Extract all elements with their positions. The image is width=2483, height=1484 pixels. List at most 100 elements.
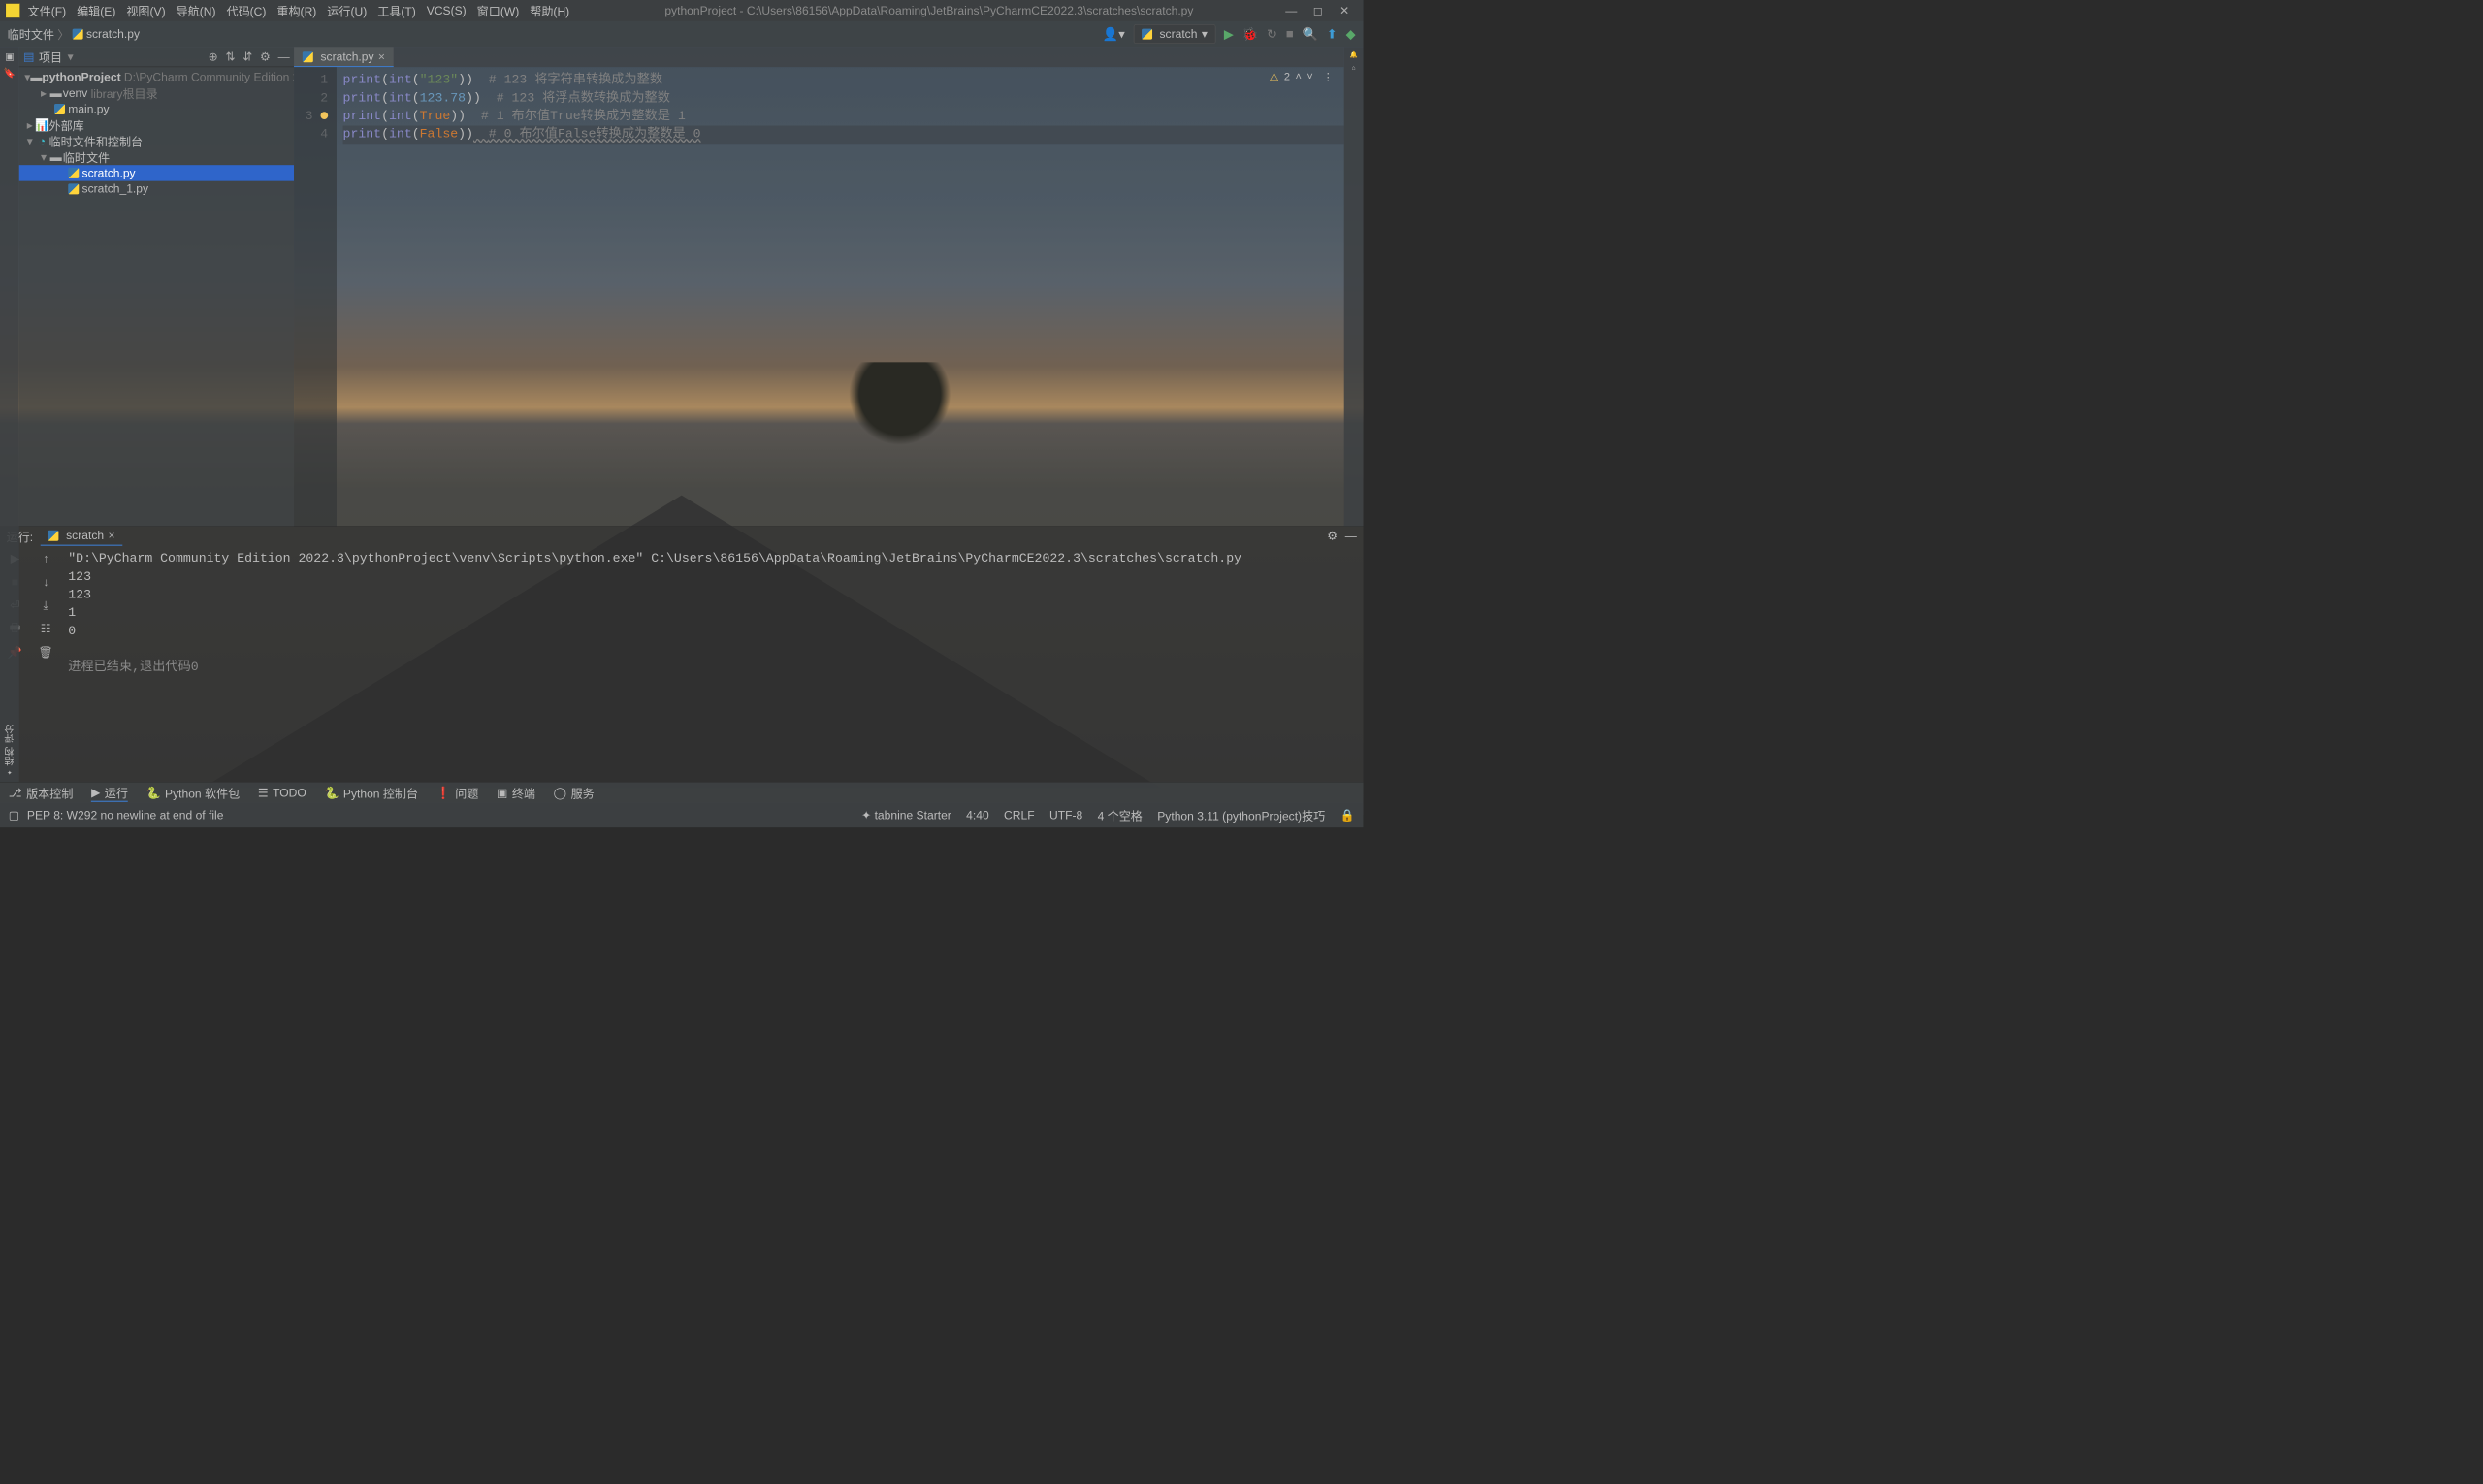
- chevron-up-icon[interactable]: ˄: [1296, 71, 1302, 83]
- vcs-tool-button[interactable]: ⎇版本控制: [9, 784, 74, 801]
- line-number[interactable]: 4: [294, 126, 328, 145]
- locate-icon[interactable]: ⊕: [209, 49, 218, 63]
- todo-icon: ☰: [258, 786, 269, 799]
- close-tab-icon[interactable]: ×: [108, 529, 114, 542]
- packages-tool-button[interactable]: 🐍Python 软件包: [146, 784, 241, 801]
- project-header-label: 项目: [39, 48, 62, 66]
- breadcrumb-file[interactable]: scratch.py: [86, 27, 140, 41]
- run-tab[interactable]: scratch ×: [41, 527, 122, 546]
- gear-icon[interactable]: ⚙: [1327, 530, 1338, 543]
- chevron-right-icon[interactable]: ▸: [24, 118, 35, 132]
- project-stripe-icon[interactable]: ▣: [5, 51, 14, 63]
- more-icon[interactable]: ⋮: [1323, 70, 1334, 83]
- delete-button[interactable]: 🗑: [34, 643, 57, 662]
- breadcrumb-root[interactable]: 临时文件: [8, 25, 54, 43]
- run-tool-button[interactable]: ▶运行: [91, 784, 128, 802]
- bookmarks-stripe-icon[interactable]: 🔖: [4, 68, 16, 80]
- chevron-right-icon[interactable]: ▸: [39, 86, 49, 100]
- gear-icon[interactable]: ⚙: [260, 49, 271, 63]
- chevron-down-icon[interactable]: ▾: [24, 134, 35, 147]
- toolbox-icon[interactable]: ◆: [1346, 26, 1356, 42]
- tree-scratch-file[interactable]: scratch.py: [19, 165, 294, 180]
- tree-root-hint: D:\PyCharm Community Edition 202...: [124, 70, 294, 83]
- editor-body[interactable]: 1 2 3 4 print(int("123")) # 123 将字符串转换成为…: [294, 67, 1344, 526]
- structure-stripe-button[interactable]: 结构: [3, 747, 16, 766]
- database-stripe-icon[interactable]: ⌂: [1352, 64, 1356, 72]
- menu-tools[interactable]: 工具(T): [377, 2, 416, 19]
- tabnine-stripe-icon[interactable]: ✦: [7, 769, 13, 777]
- project-scope-chevron-icon[interactable]: ▾: [68, 49, 74, 63]
- code-area[interactable]: print(int("123")) # 123 将字符串转换成为整数 print…: [337, 67, 1344, 526]
- menu-vcs[interactable]: VCS(S): [427, 4, 467, 17]
- file-encoding[interactable]: UTF-8: [1049, 808, 1082, 822]
- expand-all-icon[interactable]: ⇅: [225, 49, 235, 63]
- services-tool-button[interactable]: ◯服务: [554, 784, 595, 801]
- chevron-down-icon[interactable]: ˅: [1306, 71, 1312, 83]
- editor-tab-scratch[interactable]: scratch.py ×: [294, 47, 394, 67]
- hide-panel-icon[interactable]: —: [278, 49, 290, 63]
- tree-main[interactable]: main.py: [19, 101, 294, 116]
- menu-run[interactable]: 运行(U): [327, 2, 367, 19]
- ide-update-icon[interactable]: ⬆: [1327, 26, 1338, 42]
- editor-tabs: scratch.py ×: [294, 47, 1344, 67]
- menu-help[interactable]: 帮助(H): [530, 2, 569, 19]
- tree-external[interactable]: ▸ 📊 外部库: [19, 117, 294, 133]
- run-output[interactable]: "D:\PyCharm Community Edition 2022.3\pyt…: [64, 546, 1364, 782]
- search-icon[interactable]: 🔍: [1303, 26, 1318, 42]
- down-button[interactable]: ↓: [34, 572, 57, 592]
- run-button[interactable]: ▶: [1224, 26, 1234, 42]
- run-header: 运行: scratch × ⚙ —: [0, 527, 1363, 546]
- hide-panel-icon[interactable]: —: [1345, 530, 1357, 543]
- tree-scratches[interactable]: ▾ ◔ 临时文件和控制台: [19, 133, 294, 148]
- menu-file[interactable]: 文件(F): [28, 2, 67, 19]
- project-header: ▤ 项目 ▾ ⊕ ⇅ ⇵ ⚙ —: [19, 47, 294, 67]
- menu-refactor[interactable]: 重构(R): [276, 2, 316, 19]
- menu-navigate[interactable]: 导航(N): [177, 2, 216, 19]
- add-user-icon[interactable]: 👤▾: [1103, 26, 1125, 42]
- interpreter-status[interactable]: Python 3.11 (pythonProject)技巧: [1157, 807, 1325, 824]
- chevron-down-icon[interactable]: ▾: [39, 150, 49, 164]
- terminal-tool-button[interactable]: ▣终端: [497, 784, 535, 801]
- project-tree[interactable]: ▾ ▬ pythonProject D:\PyCharm Community E…: [19, 67, 294, 199]
- editor-gutter[interactable]: 1 2 3 4: [294, 67, 337, 526]
- readonly-lock-icon[interactable]: 🔒: [1340, 808, 1355, 822]
- line-number[interactable]: 2: [294, 89, 328, 108]
- tree-scratches-sub[interactable]: ▾ ▬ 临时文件: [19, 149, 294, 165]
- line-number[interactable]: 3: [294, 108, 328, 126]
- project-view-icon[interactable]: ▤: [23, 49, 34, 63]
- console-tool-button[interactable]: 🐍Python 控制台: [324, 784, 418, 801]
- inspection-widget[interactable]: ⚠ 2 ˄ ˅ ⋮: [1270, 70, 1334, 83]
- indent-status[interactable]: 4 个空格: [1098, 807, 1143, 824]
- tree-root[interactable]: ▾ ▬ pythonProject D:\PyCharm Community E…: [19, 69, 294, 84]
- debug-button[interactable]: 🐞: [1242, 26, 1258, 42]
- tabnine-status[interactable]: ✦ tabnine Starter: [861, 808, 951, 822]
- line-separator[interactable]: CRLF: [1004, 808, 1035, 822]
- maximize-button[interactable]: ◻: [1305, 4, 1331, 17]
- ratings-stripe-button[interactable]: 评分: [3, 725, 16, 744]
- layout-button[interactable]: ☷: [34, 619, 57, 638]
- tool-window-toggle-icon[interactable]: ▢: [9, 808, 19, 822]
- cursor-position[interactable]: 4:40: [966, 808, 989, 822]
- breakpoint-marker-icon[interactable]: [320, 112, 328, 119]
- run-tab-label: scratch: [66, 529, 104, 542]
- problems-tool-button[interactable]: ❗问题: [436, 784, 479, 801]
- todo-tool-button[interactable]: ☰TODO: [258, 786, 306, 799]
- up-button[interactable]: ↑: [34, 549, 57, 568]
- menu-edit[interactable]: 编辑(E): [77, 2, 115, 19]
- menu-code[interactable]: 代码(C): [226, 2, 266, 19]
- close-button[interactable]: ✕: [1332, 4, 1358, 17]
- minimize-button[interactable]: —: [1278, 4, 1305, 17]
- menu-window[interactable]: 窗口(W): [477, 2, 520, 19]
- close-tab-icon[interactable]: ×: [378, 50, 385, 64]
- run-more-button[interactable]: ↻: [1267, 26, 1277, 42]
- run-config-selector[interactable]: scratch ▾: [1134, 24, 1216, 44]
- line-number[interactable]: 1: [294, 72, 328, 90]
- scroll-to-end-button[interactable]: ⤓: [34, 596, 57, 615]
- notifications-icon[interactable]: 🔔: [1349, 51, 1357, 59]
- menu-view[interactable]: 视图(V): [126, 2, 165, 19]
- collapse-all-icon[interactable]: ⇵: [242, 49, 252, 63]
- terminal-icon: ▣: [497, 786, 507, 799]
- tree-scratch1-file[interactable]: scratch_1.py: [19, 181, 294, 197]
- tree-venv[interactable]: ▸ ▬ venv library根目录: [19, 85, 294, 101]
- stop-button[interactable]: ■: [1286, 26, 1294, 41]
